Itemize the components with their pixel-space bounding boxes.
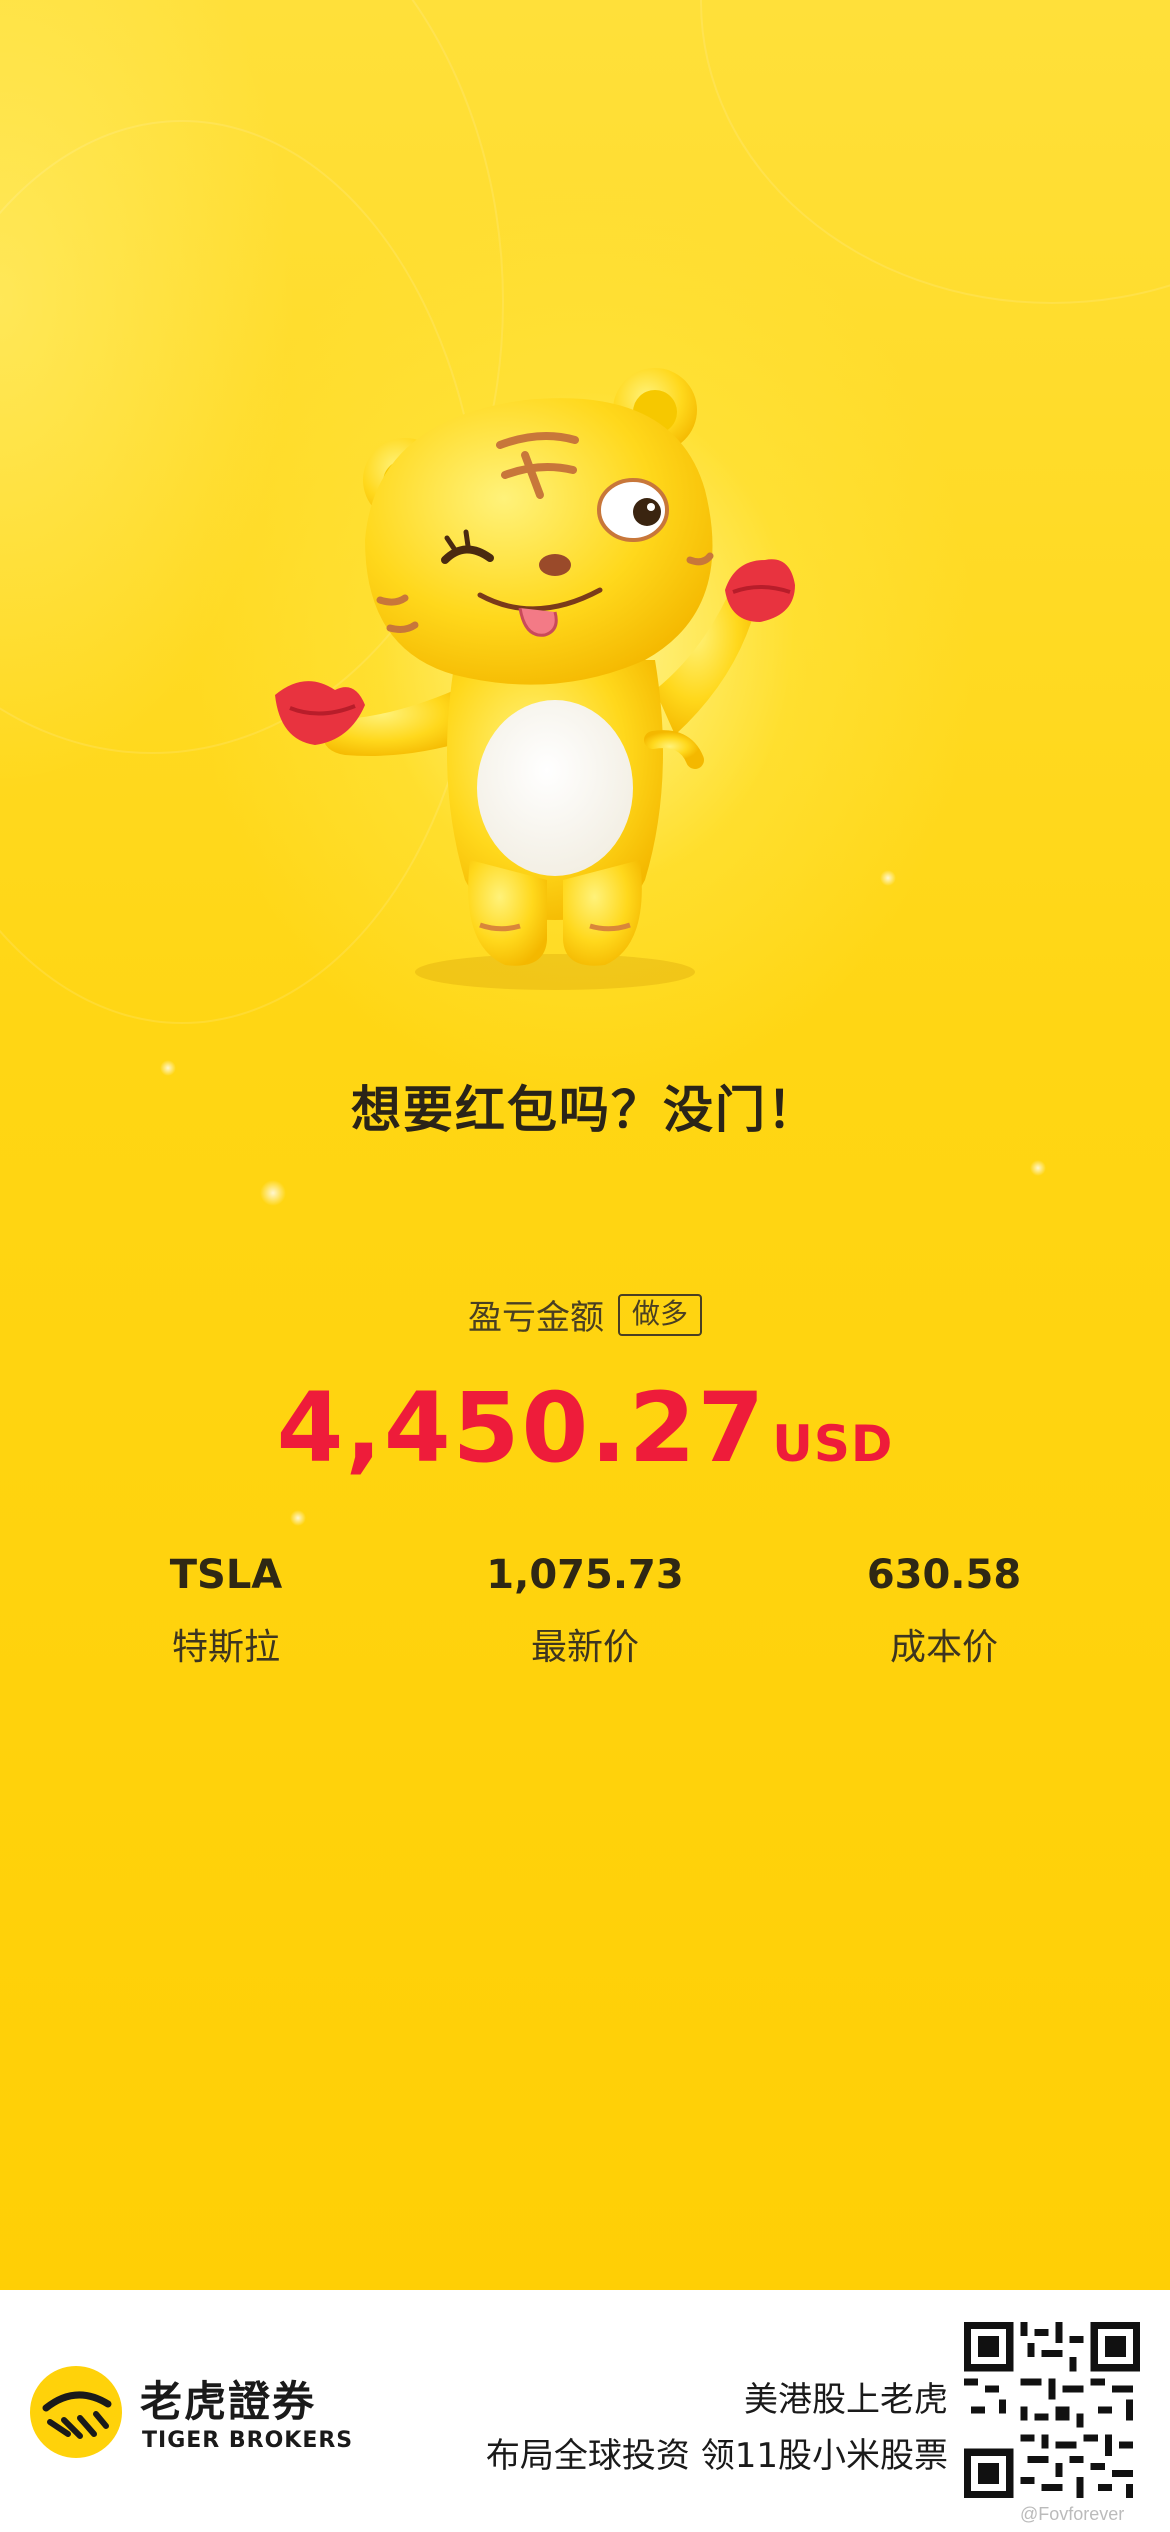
sparkle <box>1030 1160 1046 1176</box>
sparkle <box>880 870 896 886</box>
latest-price-value: 1,075.73 <box>486 1552 684 1598</box>
cost-price-block: 630.58 成本价 <box>794 1552 1094 1670</box>
watermark-text: @Fovforever <box>1020 2504 1125 2524</box>
stock-stats: TSLA 特斯拉 1,075.73 最新价 630.58 成本价 <box>0 1552 1170 1682</box>
background-swirl <box>700 0 1170 304</box>
sparkle <box>290 1510 306 1526</box>
pnl-header: 盈亏金额 做多 <box>0 1290 1170 1339</box>
cost-price-label: 成本价 <box>889 1627 998 1668</box>
pnl-amount-value: 4,450.27 <box>276 1372 767 1484</box>
cost-price-value: 630.58 <box>866 1552 1022 1598</box>
latest-price-block: 1,075.73 最新价 <box>435 1552 735 1670</box>
tiger-brokers-logo-icon <box>30 2366 122 2458</box>
tiger-mascot-icon <box>275 368 795 990</box>
promo-line-1: 美港股上老虎 <box>744 2380 948 2420</box>
sparkle <box>260 1180 286 1206</box>
brand-name-en: TIGER BROKERS <box>142 2428 354 2453</box>
latest-price-label: 最新价 <box>530 1627 639 1668</box>
footer-banner: 老虎證券 TIGER BROKERS 美港股上老虎 布局全球投资 领11股小米股… <box>0 2290 1170 2532</box>
position-tag-badge: 做多 <box>617 1293 702 1336</box>
promo-line-2: 布局全球投资 领11股小米股票 <box>485 2436 948 2476</box>
qr-code-icon[interactable] <box>964 2322 1140 2498</box>
stock-name: 特斯拉 <box>171 1627 280 1668</box>
pnl-currency: USD <box>772 1415 894 1473</box>
pnl-amount: 4,450.27 USD <box>0 1372 1170 1484</box>
stock-identity: TSLA 特斯拉 <box>76 1552 376 1670</box>
brand-name-cn: 老虎證券 <box>140 2377 317 2426</box>
stock-ticker: TSLA <box>169 1552 283 1598</box>
background <box>0 0 1170 2290</box>
slogan-text: 想要红包吗？没门！ <box>351 1081 819 1139</box>
pnl-label: 盈亏金额 <box>467 1298 604 1338</box>
